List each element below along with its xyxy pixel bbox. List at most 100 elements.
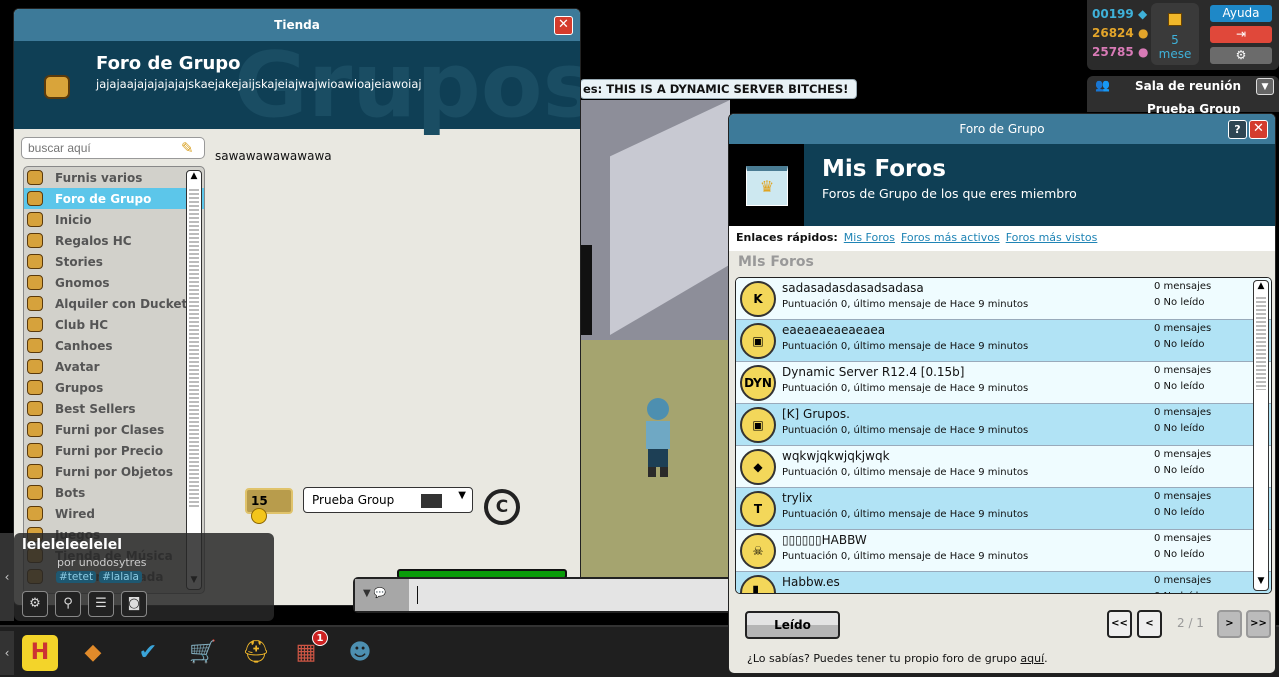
scroll-up-icon[interactable]: ▲ xyxy=(187,171,201,185)
catalog-page-desc: jajajaajajajajajajskaejakejaijskajeiajwa… xyxy=(96,77,422,91)
tip-link[interactable]: aquí xyxy=(1020,652,1044,665)
quick-links: Enlaces rápidos: Mis Foros Foros más activ… xyxy=(729,226,1275,251)
hc-icon xyxy=(1168,13,1182,26)
user-avatar[interactable] xyxy=(640,395,676,480)
chat-style-icon[interactable]: ▼ 💬 xyxy=(355,579,409,611)
forum-row[interactable]: ▣ [K] Grupos. Puntuación 0, último mensaje… xyxy=(736,404,1271,446)
category-icon xyxy=(27,485,43,500)
last-page-button[interactable]: >> xyxy=(1246,610,1271,638)
builder-icon[interactable]: ⛑ xyxy=(238,635,274,671)
camera-icon[interactable]: ◙ xyxy=(121,591,147,617)
forum-stats: Puntuación 0, último mensaje de Hace 9 m… xyxy=(782,299,1029,310)
room-info-bar[interactable]: 👥 Sala de reunión ▼ Prueba Group xyxy=(1087,76,1279,116)
profile-avatar-icon[interactable]: ☻ xyxy=(342,635,378,671)
pencil-icon[interactable]: ✎ xyxy=(181,139,194,157)
settings-gear-icon[interactable]: ⚙ xyxy=(1210,47,1272,64)
price-value: 15 xyxy=(251,494,268,508)
catalog-title: Tienda xyxy=(274,18,320,32)
category-item[interactable]: Furni por Objetos xyxy=(24,461,204,482)
category-icon xyxy=(27,233,43,248)
group-select[interactable]: Prueba Group ▼ xyxy=(303,487,473,513)
rooms-icon[interactable]: ◆ xyxy=(75,635,111,671)
category-item[interactable]: Best Sellers xyxy=(24,398,204,419)
catalog-category-list: Furnis varios Foro de Grupo Inicio Regalos … xyxy=(23,166,205,594)
category-item[interactable]: Furnis varios xyxy=(24,167,204,188)
forum-unread: 0 No leído xyxy=(1154,507,1205,518)
magnifier-icon[interactable]: ⚲ xyxy=(55,591,81,617)
category-item[interactable]: Alquiler con Duckets xyxy=(24,293,204,314)
help-icon[interactable]: ? xyxy=(1228,120,1247,139)
category-item[interactable]: Regalos HC xyxy=(24,230,204,251)
category-item[interactable]: Furni por Precio xyxy=(24,440,204,461)
category-item[interactable]: Avatar xyxy=(24,356,204,377)
forum-row[interactable]: Ksadasadasdasadsadasa Puntuación 0, últim… xyxy=(736,278,1271,320)
help-button[interactable]: Ayuda xyxy=(1210,5,1272,22)
forum-row[interactable]: DYN Dynamic Server R12.4 [0.15b] Puntuació… xyxy=(736,362,1271,404)
scroll-down-icon[interactable]: ▼ xyxy=(1254,576,1268,590)
group-color-swatch xyxy=(421,494,442,508)
quests-icon[interactable]: ✔ xyxy=(130,635,166,671)
link-mis-foros[interactable]: Mis Foros xyxy=(844,231,895,244)
link-foros-activos[interactable]: Foros más activos xyxy=(901,231,1000,244)
group-tag[interactable]: #lalala xyxy=(99,571,142,583)
hotel-icon[interactable]: H xyxy=(22,635,58,671)
forum-titlebar[interactable]: Foro de Grupo? ✕ xyxy=(729,114,1275,144)
collapse-toolbar-icon[interactable]: ‹ xyxy=(0,631,14,675)
scroll-thumb[interactable] xyxy=(189,189,199,509)
gear-icon[interactable]: ⚙ xyxy=(22,591,48,617)
forum-row[interactable]: ◆ wqkwjqkwjqkjwqk Puntuación 0, último men… xyxy=(736,446,1271,488)
section-title: MIs Foros xyxy=(738,254,814,270)
group-badge-icon: ◆ xyxy=(740,449,776,485)
category-item[interactable]: Canhoes xyxy=(24,335,204,356)
group-tag[interactable]: #tetet xyxy=(56,571,97,583)
category-item[interactable]: Gnomos xyxy=(24,272,204,293)
forum-name: Habbw.es xyxy=(782,575,840,589)
hc-status[interactable]: 5 mese xyxy=(1151,3,1199,65)
category-label: Furni por Precio xyxy=(55,443,164,458)
close-icon[interactable]: ✕ xyxy=(1249,120,1268,139)
collapse-left-icon[interactable]: ‹ xyxy=(0,533,14,621)
first-page-button[interactable]: << xyxy=(1107,610,1132,638)
room-name: Sala de reunión xyxy=(1135,79,1242,93)
logout-icon[interactable]: ⇥ xyxy=(1210,26,1272,43)
forum-row[interactable]: ▌ Habbw.es Puntuación 0, último mensaje de… xyxy=(736,572,1271,594)
forum-stats: Puntuación 0, último mensaje de Hace 9 m… xyxy=(782,593,1028,594)
category-item[interactable]: Inicio xyxy=(24,209,204,230)
category-icon xyxy=(27,422,43,437)
forum-page-title: Mis Foros xyxy=(822,156,946,182)
forum-stats: Puntuación 0, último mensaje de Hace 9 m… xyxy=(782,425,1029,436)
category-label: Inicio xyxy=(55,212,92,227)
forum-row[interactable]: ▣ eaeaeaeaeaeaea Puntuación 0, último mens… xyxy=(736,320,1271,362)
prev-page-button[interactable]: < xyxy=(1137,610,1162,638)
chat-input[interactable]: ▼ 💬 xyxy=(353,577,731,613)
category-item[interactable]: Foro de Grupo xyxy=(24,188,204,209)
category-item[interactable]: Club HC xyxy=(24,314,204,335)
catalog-search-input[interactable] xyxy=(21,137,205,159)
room-door[interactable] xyxy=(580,245,592,335)
category-item[interactable]: Grupos xyxy=(24,377,204,398)
link-foros-vistos[interactable]: Foros más vistos xyxy=(1006,231,1098,244)
chevron-down-icon[interactable]: ▼ xyxy=(1256,78,1274,95)
mark-read-button[interactable]: Leído xyxy=(745,611,840,639)
chevron-down-icon[interactable]: ▼ xyxy=(458,490,466,501)
category-label: Grupos xyxy=(55,380,104,395)
scroll-thumb[interactable] xyxy=(1256,297,1266,390)
inventory-icon[interactable]: ▦ 1 xyxy=(288,630,328,671)
chat-icon[interactable]: ☰ xyxy=(88,591,114,617)
shop-cart-icon[interactable]: 🛒 xyxy=(185,635,221,671)
category-item[interactable]: Wired xyxy=(24,503,204,524)
category-item[interactable]: Stories xyxy=(24,251,204,272)
diamond-icon: ◆ xyxy=(1137,7,1148,21)
forum-row[interactable]: Ttrylix Puntuación 0, último mensaje de H… xyxy=(736,488,1271,530)
forum-stats: Puntuación 0, último mensaje de Hace 9 m… xyxy=(782,341,1029,352)
forum-row[interactable]: ☠ ▯▯▯▯▯▯HABBW Puntuación 0, último mensaje… xyxy=(736,530,1271,572)
category-item[interactable]: Furni por Clases xyxy=(24,419,204,440)
next-page-button[interactable]: > xyxy=(1217,610,1242,638)
group-badge-icon: ☠ xyxy=(740,533,776,569)
scroll-up-icon[interactable]: ▲ xyxy=(1254,281,1268,295)
catalog-page-title: Foro de Grupo xyxy=(96,53,241,74)
forum-header: ♛ Mis Foros Foros de Grupo de los que er… xyxy=(729,144,1275,226)
category-item[interactable]: Bots xyxy=(24,482,204,503)
scrollbar[interactable]: ▲▼ xyxy=(1253,280,1269,591)
scrollbar[interactable]: ▲▼ xyxy=(186,170,202,590)
